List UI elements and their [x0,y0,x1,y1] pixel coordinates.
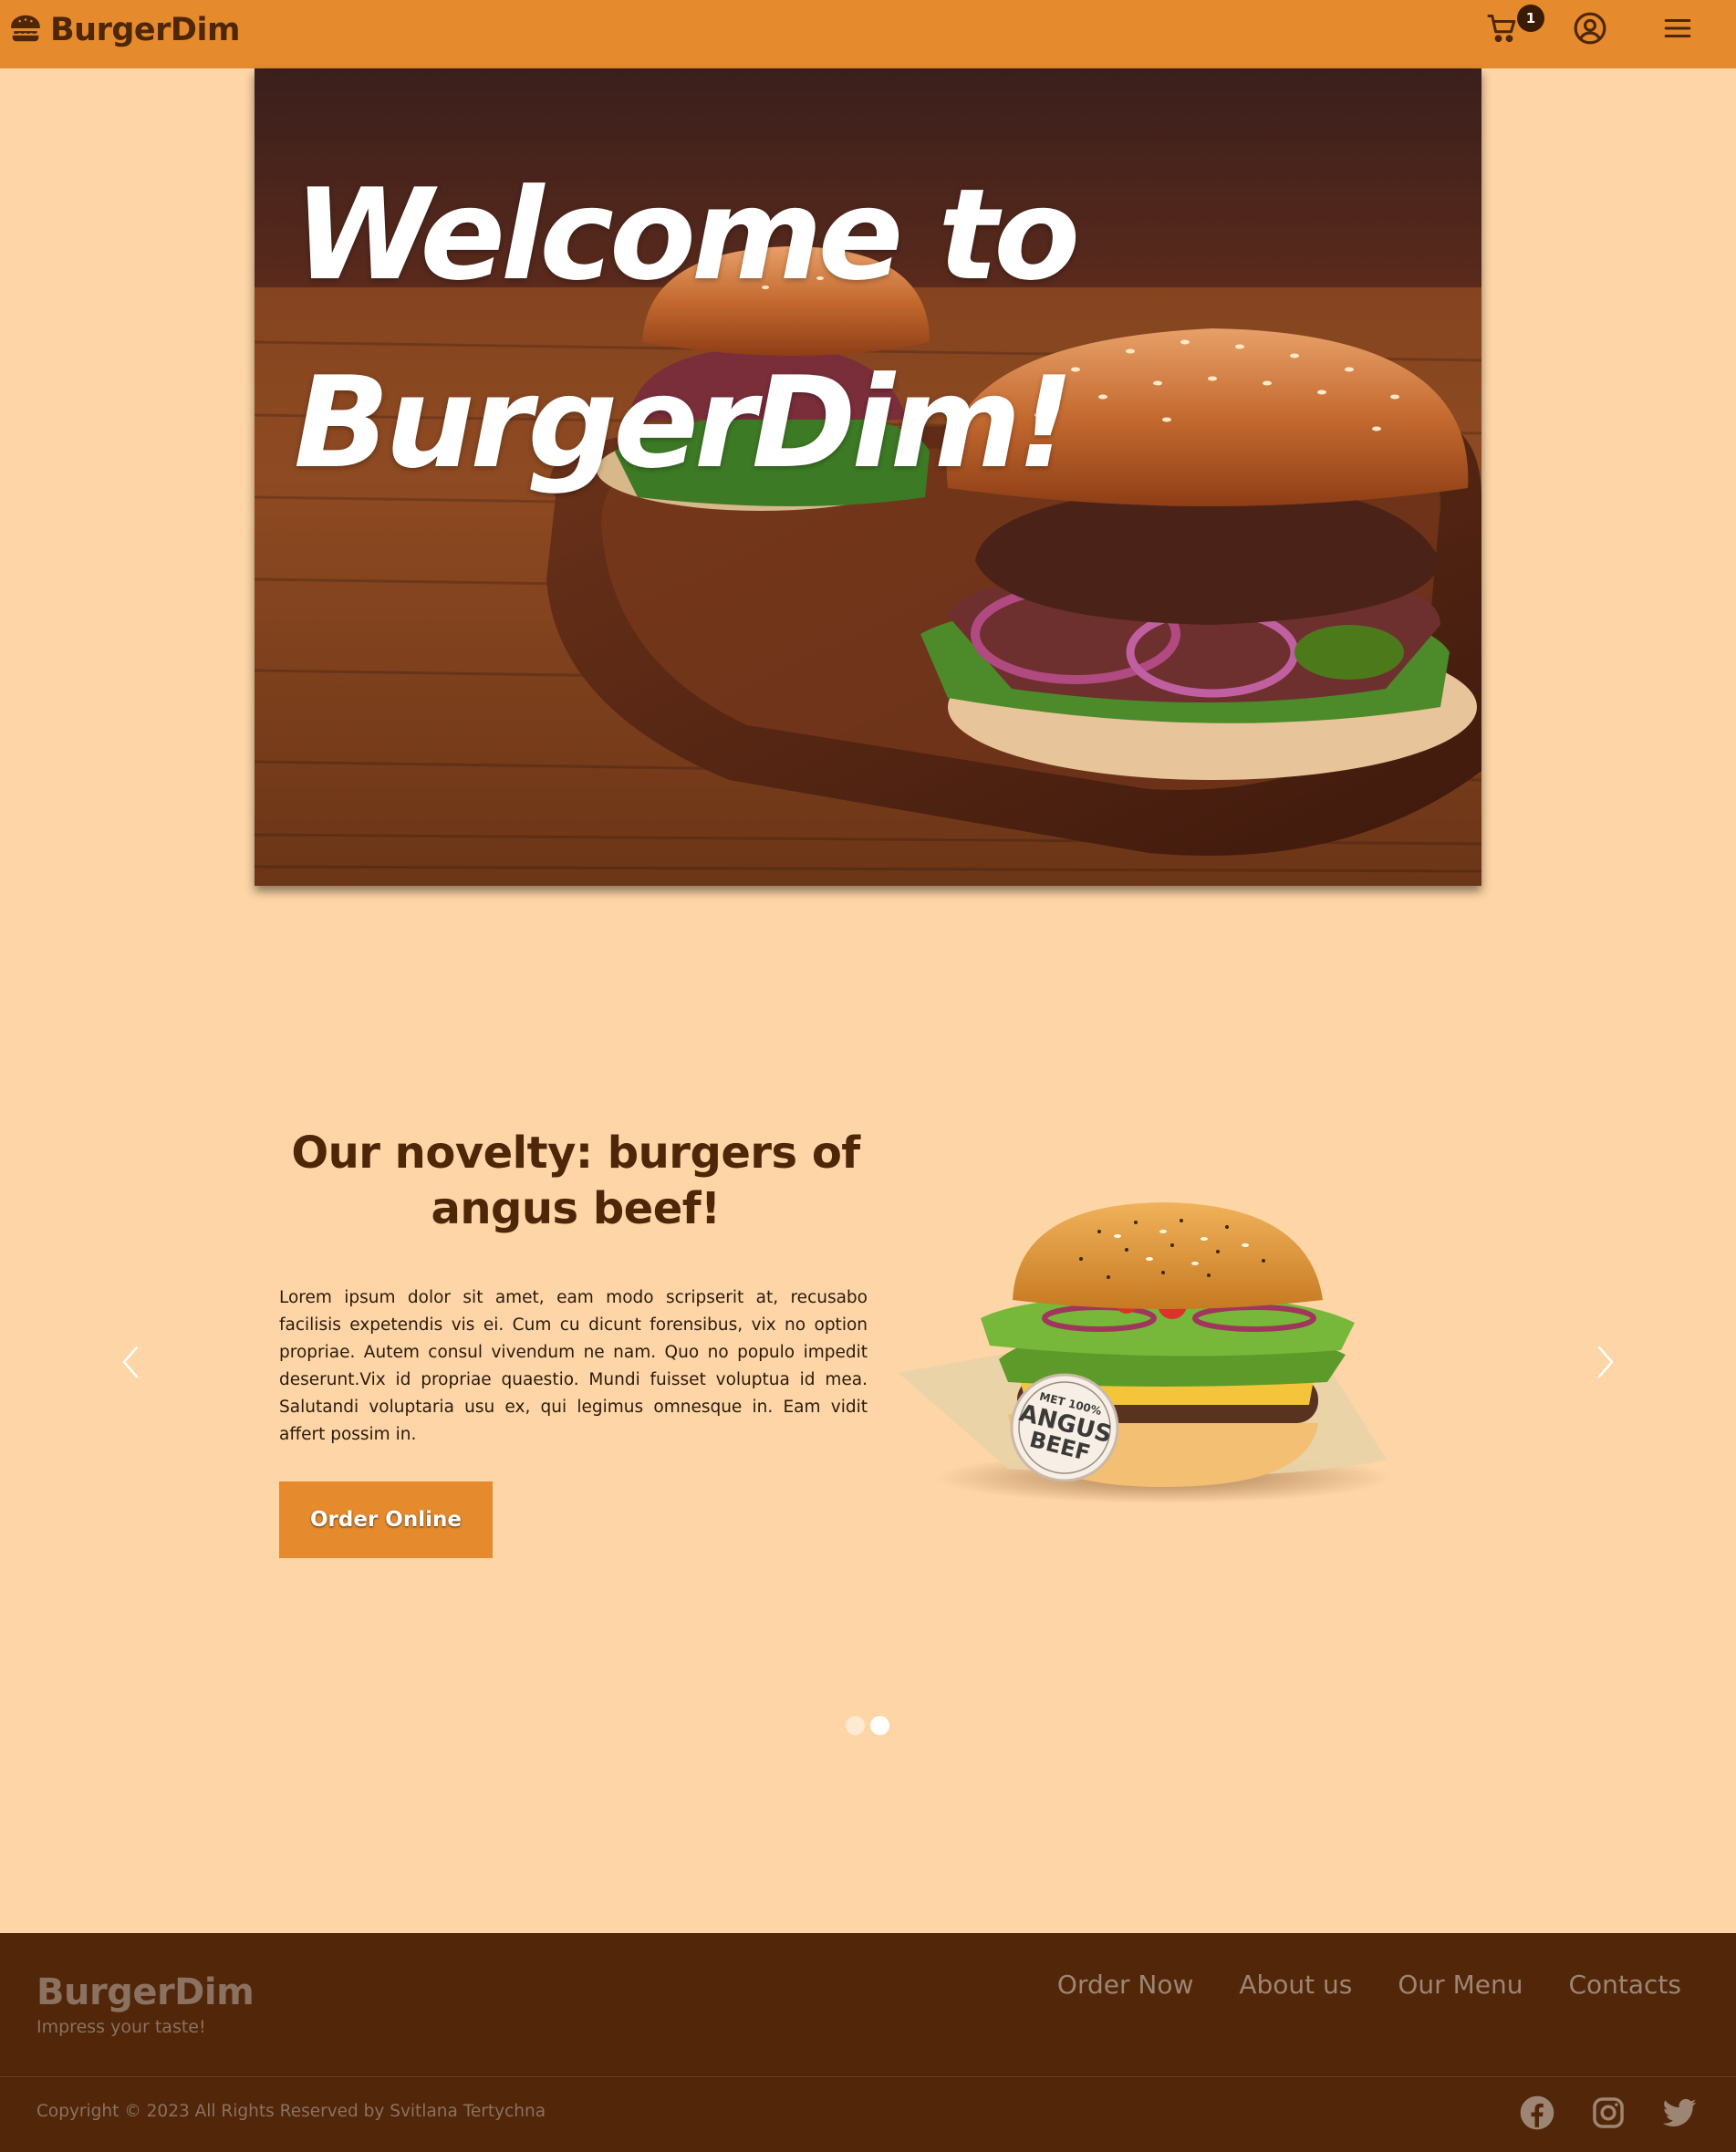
carousel-dot-2[interactable] [870,1716,889,1735]
instagram-icon[interactable] [1590,2095,1627,2131]
carousel-next-button[interactable] [1587,1341,1624,1387]
account-icon[interactable] [1569,7,1611,49]
top-navbar: BurgerDim 1 [0,0,1736,68]
hero-title-line-2: BurgerDim! [294,349,1075,496]
footer-link-contacts[interactable]: Contacts [1568,1970,1681,2000]
footer-link-our-menu[interactable]: Our Menu [1398,1970,1523,2000]
hero-banner: Welcome to BurgerDim! [255,68,1481,886]
carousel-dot-1[interactable] [846,1716,865,1735]
twitter-icon[interactable] [1661,2095,1698,2131]
brand-logo[interactable]: BurgerDim [8,0,240,60]
carousel-indicators [846,1716,889,1735]
cart-count-badge: 1 [1517,5,1544,32]
brand-name: BurgerDim [50,12,240,48]
chevron-right-icon [1596,1344,1616,1384]
burger-icon [8,11,43,49]
footer-tagline: Impress your taste! [36,2017,206,2037]
slide-title: Our novelty: burgers of angus beef! [291,1128,860,1234]
hero-title: Welcome to BurgerDim! [294,141,1115,517]
facebook-icon[interactable] [1519,2095,1555,2131]
chevron-left-icon [120,1344,140,1384]
footer-brand[interactable]: BurgerDim [36,1971,255,2013]
angus-burger-image: MET 100% ANGUS BEEF [889,1195,1409,1514]
carousel-prev-button[interactable] [112,1341,149,1387]
copyright-text: Copyright © 2023 All Rights Reserved by … [36,2102,546,2121]
social-links [1519,2095,1698,2131]
slide-description: Lorem ipsum dolor sit amet, eam modo scr… [279,1288,868,1444]
footer-divider [0,2076,1736,2077]
menu-icon[interactable] [1657,7,1699,49]
page-footer: BurgerDim Impress your taste! Order Now … [0,1933,1736,2152]
footer-link-about-us[interactable]: About us [1239,1970,1352,2000]
footer-nav: Order Now About us Our Menu Contacts [1057,1970,1681,2000]
footer-link-order-now[interactable]: Order Now [1057,1970,1193,2000]
hero-title-line-1: Welcome to [294,161,1080,308]
order-online-button[interactable]: Order Online [279,1481,493,1558]
